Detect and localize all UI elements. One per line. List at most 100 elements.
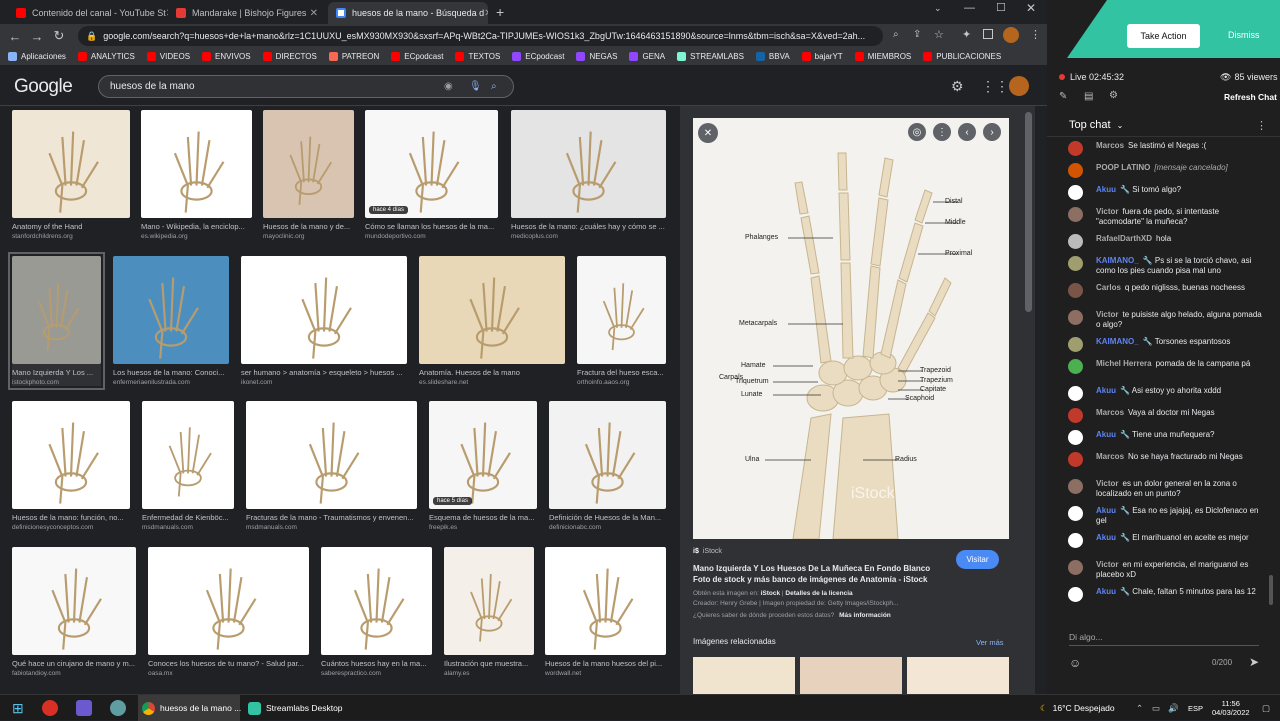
result-caption[interactable]: Mano Izquierda Y Los ...: [12, 368, 101, 377]
author-name[interactable]: Akuu: [1096, 533, 1116, 542]
author-name[interactable]: Akuu: [1096, 587, 1116, 596]
result-caption[interactable]: Cuántos huesos hay en la ma...: [321, 659, 432, 668]
scrollbar-thumb[interactable]: [1025, 112, 1032, 312]
image-result[interactable]: Cuántos huesos hay en la ma... saberespra…: [321, 547, 432, 677]
visit-button[interactable]: Visitar: [956, 550, 999, 569]
author-name[interactable]: Victor: [1096, 479, 1119, 488]
source-line[interactable]: i$ iStock: [693, 548, 722, 555]
bookmark-item[interactable]: STREAMLABS: [677, 52, 744, 61]
bookmark-item[interactable]: MIEMBROS: [854, 52, 911, 61]
avatar[interactable]: [1068, 587, 1083, 602]
bookmark-item[interactable]: PUBLICACIONES: [923, 52, 1001, 61]
image-result[interactable]: Fractura del hueso esca... orthoinfo.aaos…: [577, 256, 666, 386]
edit-icon[interactable]: ✎: [1059, 91, 1067, 102]
result-thumbnail[interactable]: [545, 547, 666, 655]
image-result[interactable]: Ilustración que muestra... alamy.es: [444, 547, 534, 677]
share-icon[interactable]: ⇪: [913, 29, 921, 40]
settings-gear-icon[interactable]: ⚙: [1109, 90, 1118, 101]
network-icon[interactable]: ▭: [1152, 695, 1160, 721]
result-thumbnail[interactable]: hace 5 días: [429, 401, 537, 509]
chat-input[interactable]: Di algo...: [1069, 632, 1259, 646]
related-image[interactable]: [907, 657, 1009, 694]
result-caption[interactable]: Fracturas de la mano - Traumatismos y en…: [246, 513, 417, 522]
more-info-link[interactable]: Más información: [839, 612, 891, 619]
author-name[interactable]: Akuu: [1096, 185, 1116, 194]
bookmark-item[interactable]: PATREON: [328, 52, 379, 61]
related-image[interactable]: [800, 657, 902, 694]
avatar[interactable]: [1068, 207, 1083, 222]
camera-icon[interactable]: ◉: [444, 81, 453, 92]
result-caption[interactable]: Enfermedad de Kienböc...: [142, 513, 234, 522]
image-result[interactable]: Conoces los huesos de tu mano? - Salud p…: [148, 547, 309, 677]
image-result[interactable]: hace 4 días Cómo se llaman los huesos de …: [365, 110, 498, 240]
minimize-icon[interactable]: —: [964, 2, 975, 14]
result-thumbnail[interactable]: [12, 256, 101, 364]
close-icon[interactable]: ✕: [310, 8, 318, 19]
app-icon[interactable]: [110, 700, 126, 716]
author-name[interactable]: Victor: [1096, 207, 1119, 216]
avatar[interactable]: [1068, 408, 1083, 423]
forward-icon[interactable]: →: [26, 29, 48, 44]
reload-icon[interactable]: ↻: [48, 28, 70, 44]
result-thumbnail[interactable]: hace 4 días: [365, 110, 498, 218]
tab-youtube[interactable]: Contenido del canal - YouTube St ✕: [8, 2, 168, 24]
result-thumbnail[interactable]: [241, 256, 407, 364]
search-icon[interactable]: ⌕: [491, 81, 497, 92]
avatar[interactable]: [1068, 141, 1083, 156]
author-name[interactable]: Marcos: [1096, 452, 1124, 461]
author-name[interactable]: Akuu: [1096, 506, 1116, 515]
dismiss-button[interactable]: Dismiss: [1228, 30, 1260, 40]
result-thumbnail[interactable]: [148, 547, 309, 655]
result-thumbnail[interactable]: [12, 547, 136, 655]
maximize-icon[interactable]: ☐: [996, 1, 1006, 14]
result-thumbnail[interactable]: [12, 110, 130, 218]
image-result[interactable]: Huesos de la mano huesos del pi... wordwa…: [545, 547, 666, 677]
bookmark-item[interactable]: bajarYT: [801, 52, 843, 61]
image-result[interactable]: Huesos de la mano y de... mayoclinic.org: [263, 110, 354, 240]
star-icon[interactable]: ☆: [934, 28, 944, 41]
author-name[interactable]: Marcos: [1096, 408, 1124, 417]
layout-icon[interactable]: ▤: [1084, 91, 1093, 102]
result-caption[interactable]: ser humano > anatomía > esqueleto > hues…: [241, 368, 407, 377]
related-image[interactable]: [693, 657, 795, 694]
author-name[interactable]: Victor: [1096, 310, 1119, 319]
avatar[interactable]: [1068, 359, 1083, 374]
avatar[interactable]: [1068, 430, 1083, 445]
author-name[interactable]: Michel Herrera: [1096, 359, 1152, 368]
author-name[interactable]: Victor: [1096, 560, 1119, 569]
bookmark-item[interactable]: Aplicaciones: [8, 52, 66, 61]
result-thumbnail[interactable]: [142, 401, 234, 509]
language-indicator[interactable]: ESP: [1188, 695, 1203, 721]
avatar[interactable]: [1068, 283, 1083, 298]
result-thumbnail[interactable]: [113, 256, 229, 364]
windows-start-icon[interactable]: ⊞: [12, 695, 24, 721]
image-result[interactable]: Los huesos de la mano: Conoci... enfermer…: [113, 256, 229, 386]
avatar[interactable]: [1068, 560, 1083, 575]
image-result[interactable]: Mano - Wikipedia, la enciclop... es.wikip…: [141, 110, 252, 240]
sidebar-icon[interactable]: [983, 29, 993, 39]
image-result[interactable]: Definición de Huesos de la Man... definic…: [549, 401, 666, 531]
avatar[interactable]: [1068, 234, 1083, 249]
emoji-icon[interactable]: ☺: [1069, 656, 1081, 670]
next-icon[interactable]: ›: [983, 123, 1001, 141]
result-caption[interactable]: Conoces los huesos de tu mano? - Salud p…: [148, 659, 309, 668]
avatar[interactable]: [1068, 506, 1083, 521]
taskbar-streamlabs-app[interactable]: Streamlabs Desktop: [246, 695, 343, 721]
result-thumbnail[interactable]: [444, 547, 534, 655]
see-more-link[interactable]: Ver más: [976, 638, 1004, 647]
tab-google-search[interactable]: huesos de la mano - Búsqueda d ✕: [328, 2, 488, 24]
result-thumbnail[interactable]: [549, 401, 666, 509]
obtain-site-link[interactable]: iStock: [761, 590, 781, 597]
bookmark-item[interactable]: GENA: [629, 52, 665, 61]
result-caption[interactable]: Esquema de huesos de la ma...: [429, 513, 537, 522]
image-result[interactable]: hace 5 días Esquema de huesos de la ma...…: [429, 401, 537, 531]
chat-scrollbar[interactable]: [1269, 575, 1273, 605]
tray-chevron-icon[interactable]: ⌃: [1136, 695, 1143, 721]
search-icon[interactable]: ⌕: [893, 29, 899, 40]
clock[interactable]: 11:56 04/03/2022: [1212, 695, 1250, 721]
app-icon[interactable]: [76, 700, 92, 716]
image-result[interactable]: Huesos de la mano: ¿cuáles hay y cómo se…: [511, 110, 666, 240]
author-name[interactable]: KAIMANO_: [1096, 256, 1139, 265]
result-caption[interactable]: Cómo se llaman los huesos de la ma...: [365, 222, 498, 231]
new-tab-icon[interactable]: +: [496, 4, 504, 20]
